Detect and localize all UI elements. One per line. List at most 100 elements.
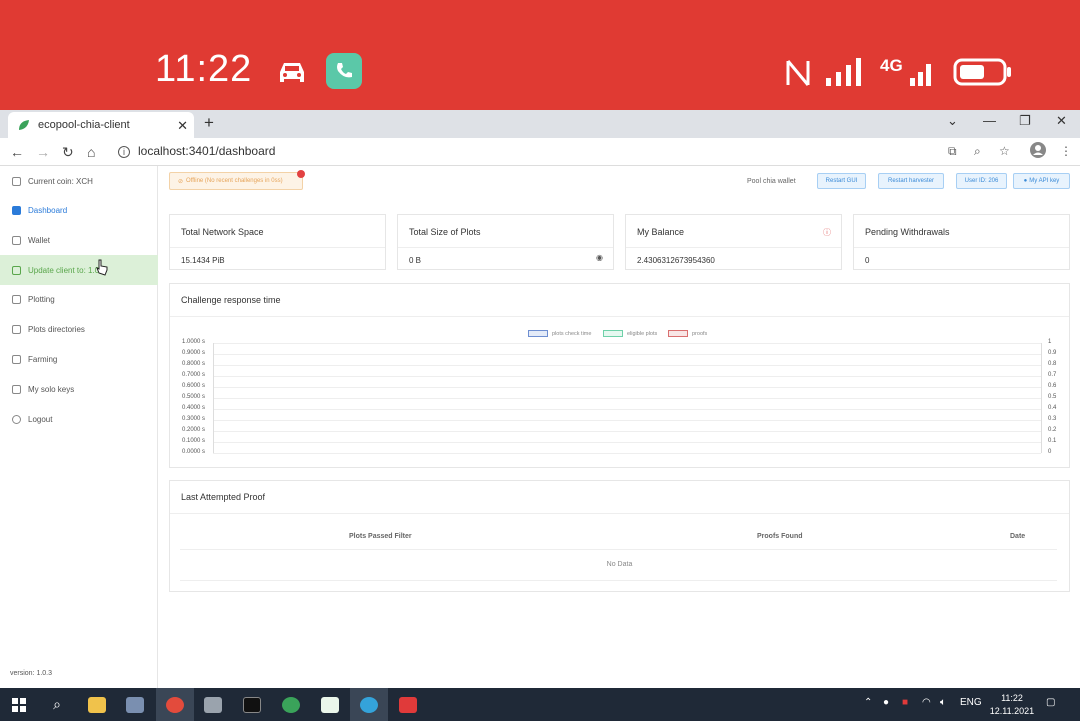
signal-bars-icon <box>826 58 861 86</box>
close-window-button[interactable]: ✕ <box>1056 113 1067 129</box>
search-icon[interactable]: ⌕ <box>38 688 76 721</box>
chrome-icon[interactable] <box>156 688 194 721</box>
sidebar-item-label: Farming <box>28 354 58 364</box>
sidebar-item-update-client[interactable]: Update client to: 1.0 <box>0 255 158 285</box>
y-axis-tick-right: 0.1 <box>1048 438 1057 444</box>
y-axis-tick-right: 0.8 <box>1048 361 1057 367</box>
legend-swatch <box>603 330 623 337</box>
api-key-button[interactable]: ● My API key <box>1013 173 1070 189</box>
app-icon[interactable] <box>116 688 154 721</box>
card-title: Pending Withdrawals <box>865 227 950 237</box>
sidebar-item-current-coin[interactable]: Current coin: XCH <box>0 166 158 196</box>
start-button[interactable] <box>0 688 38 721</box>
card-plots-size: Total Size of Plots 0 B ◉ <box>397 214 614 270</box>
wallet-icon <box>12 235 21 245</box>
app-icon[interactable] <box>194 688 232 721</box>
new-tab-button[interactable]: + <box>204 113 214 133</box>
phone-call-icon <box>326 53 362 89</box>
legend-label: plots check time <box>552 330 592 337</box>
chart-gridline <box>213 354 1041 355</box>
tray-app-icon[interactable]: ■ <box>902 697 908 708</box>
file-explorer-icon[interactable] <box>78 688 116 721</box>
chart-gridline <box>213 376 1041 377</box>
folder-icon <box>12 324 21 334</box>
app-icon[interactable] <box>389 688 427 721</box>
tab-search-icon[interactable]: ⌄ <box>947 113 958 129</box>
refresh-icon[interactable]: ◉ <box>596 253 603 262</box>
clock-date: 12.11.2021 <box>989 706 1035 716</box>
restore-button[interactable]: ❐ <box>1019 113 1031 129</box>
dashboard-main: ⊘ Offline (No recent challenges in 0ss) P… <box>159 166 1080 688</box>
legend-label: proofs <box>692 330 708 337</box>
legend-item-proofs[interactable]: proofs <box>668 330 707 337</box>
clock-time: 11:22 <box>1001 693 1023 703</box>
site-info-icon[interactable]: i <box>118 146 130 158</box>
back-arrow-icon[interactable]: ← <box>10 144 24 160</box>
minimize-button[interactable]: — <box>983 113 996 128</box>
tray-app-icon[interactable]: ● <box>883 697 889 708</box>
bookmark-star-icon[interactable]: ☆ <box>999 144 1010 158</box>
sidebar-item-logout[interactable]: Logout <box>0 404 158 434</box>
user-id-button[interactable]: User ID: 206 <box>956 173 1007 189</box>
telegram-icon[interactable] <box>350 688 388 721</box>
card-value: 0 <box>865 256 870 265</box>
sidebar-item-farming[interactable]: Farming <box>0 344 158 374</box>
dashboard-icon <box>12 205 21 215</box>
restart-harvester-button[interactable]: Restart harvester <box>878 173 944 189</box>
card-title: Total Network Space <box>181 227 264 237</box>
browser-tab[interactable]: ecopool-chia-client ✕ <box>8 112 194 138</box>
chia-icon[interactable] <box>311 688 349 721</box>
browser-menu-icon[interactable]: ⋮ <box>1060 144 1072 158</box>
wifi-icon[interactable]: ◠ <box>922 697 931 708</box>
legend-item-eligible-plots[interactable]: eligible plots <box>603 330 657 337</box>
lock-icon <box>12 384 21 394</box>
sidebar-item-dashboard[interactable]: Dashboard <box>0 195 158 225</box>
signal-bars-4g-icon <box>910 64 931 86</box>
windows-logo-icon <box>12 697 26 712</box>
chart-panel: Challenge response time plots check time… <box>169 283 1070 468</box>
app-icon[interactable] <box>272 688 310 721</box>
address-bar[interactable]: i localhost:3401/dashboard <box>118 144 275 158</box>
download-icon <box>12 265 21 275</box>
chart-gridline <box>213 420 1041 421</box>
forward-arrow-icon[interactable]: → <box>36 144 50 160</box>
sidebar-item-plots-directories[interactable]: Plots directories <box>0 314 158 344</box>
profile-avatar-icon[interactable] <box>1030 142 1046 161</box>
browser-toolbar: ← → ↻ ⌂ i localhost:3401/dashboard ⧉ ⌕ ☆ … <box>0 138 1080 166</box>
info-icon[interactable]: ⓘ <box>823 227 831 238</box>
home-icon[interactable]: ⌂ <box>87 144 95 160</box>
sidebar-item-label: Plots directories <box>28 324 85 334</box>
tab-title: ecopool-chia-client <box>38 119 130 131</box>
card-balance: My Balance ⓘ 2.4306312673954360 <box>625 214 842 270</box>
chart-gridline <box>213 453 1041 454</box>
tray-chevron-icon[interactable]: ⌃ <box>864 697 872 708</box>
restart-gui-button[interactable]: Restart GUI <box>817 173 866 189</box>
sidebar-item-plotting[interactable]: Plotting <box>0 284 158 314</box>
taskbar-clock[interactable]: 11:22 12.11.2021 <box>988 692 1036 718</box>
sidebar-item-wallet[interactable]: Wallet <box>0 225 158 255</box>
sidebar-item-solo-keys[interactable]: My solo keys <box>0 374 158 404</box>
reload-icon[interactable]: ↻ <box>62 144 74 161</box>
y-axis-tick-right: 0.3 <box>1048 416 1057 422</box>
language-indicator[interactable]: ENG <box>960 697 982 708</box>
terminal-icon[interactable] <box>233 688 271 721</box>
y-axis-tick-right: 0.6 <box>1048 383 1057 389</box>
translate-icon[interactable]: ⧉ <box>948 144 957 159</box>
card-value: 15.1434 PiB <box>181 256 225 265</box>
card-network-space: Total Network Space 15.1434 PiB <box>169 214 386 270</box>
y-axis-line-left <box>213 343 214 453</box>
legend-label: eligible plots <box>627 330 658 337</box>
y-axis-tick-left: 0.0000 s <box>182 449 206 455</box>
y-axis-tick-left: 0.5000 s <box>182 394 206 400</box>
warning-icon: ⊘ <box>178 178 184 185</box>
table-divider <box>180 580 1057 581</box>
notifications-icon[interactable]: ▢ <box>1046 697 1055 708</box>
card-divider <box>170 247 385 248</box>
y-axis-tick-right: 1 <box>1048 339 1052 345</box>
zoom-icon[interactable]: ⌕ <box>974 144 981 159</box>
notification-dot <box>297 170 305 178</box>
coin-icon <box>12 176 21 186</box>
tab-close-icon[interactable]: ✕ <box>177 118 188 134</box>
legend-item-plots-check-time[interactable]: plots check time <box>528 330 591 337</box>
volume-icon[interactable]: 🔈︎ <box>940 697 946 708</box>
